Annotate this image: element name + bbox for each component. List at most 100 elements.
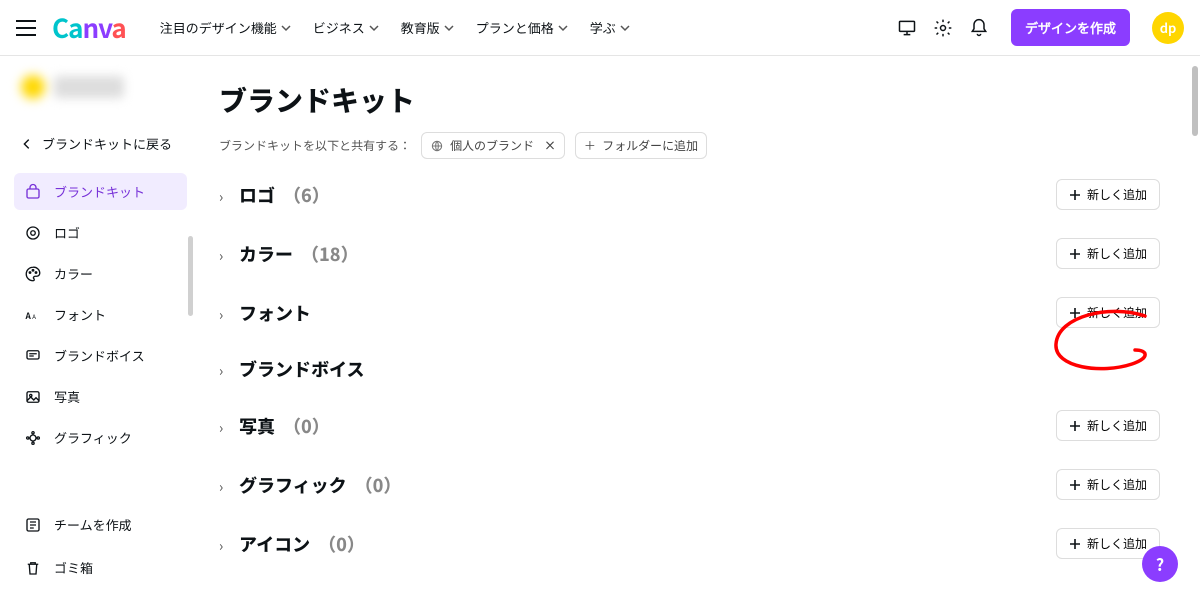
section-header[interactable]: ›グラフィック（0） [219,472,401,498]
section-row: ›グラフィック（0） 新しく追加 [219,469,1160,500]
create-team[interactable]: チームを作成 [14,506,187,543]
chevron-right-icon: › [219,536,231,556]
sidebar-item-label: 写真 [54,387,80,406]
sidebar-item-color[interactable]: カラー [14,255,187,292]
plus-icon [1069,189,1081,201]
plus-icon [1069,248,1081,260]
top-nav: 注目のデザイン機能 ビジネス 教育版 プランと価格 学ぶ [160,18,630,37]
brandkit-icon [24,183,42,201]
chevron-down-icon [620,23,630,33]
section-row: ›アイコン（0）新しく追加 [219,528,1160,559]
nav-learn[interactable]: 学ぶ [590,18,630,37]
sidebar-item-photo[interactable]: 写真 [14,378,187,415]
sidebar-item-font[interactable]: AA フォント [14,296,187,333]
back-to-brandkits[interactable]: ブランドキットに戻る [20,134,187,153]
bell-icon[interactable] [969,18,989,38]
arrow-left-icon [20,137,34,151]
plus-icon [1069,420,1081,432]
voice-icon [24,347,42,365]
chevron-right-icon: › [219,361,231,381]
help-fab[interactable]: ? [1142,546,1178,582]
section-title: ロゴ [239,182,275,208]
share-chip[interactable]: 個人のブランド × [421,132,565,159]
top-icons: デザインを作成 dp [897,9,1184,46]
svg-text:A: A [25,309,32,321]
section-title: アイコン [239,531,310,557]
sidebar-item-logo[interactable]: ロゴ [14,214,187,251]
sidebar-item-label: グラフィック [54,428,132,447]
add-new-button[interactable]: 新しく追加 [1056,179,1160,210]
plus-icon [1069,538,1081,550]
graphic-icon [24,429,42,447]
sidebar-item-brandkit[interactable]: ブランドキット [14,173,187,210]
sidebar-item-label: ロゴ [54,223,80,242]
chevron-right-icon: › [219,477,231,497]
sidebar-item-label: ブランドキット [54,182,145,201]
menu-icon[interactable] [16,20,36,36]
section-header[interactable]: › カラー （18） [219,241,359,267]
add-folder-chip[interactable]: ＋ フォルダーに追加 [575,132,707,159]
trash-icon [24,559,42,577]
section-title: カラー [239,241,293,267]
share-row: ブランドキットを以下と共有する： 個人のブランド × ＋ フォルダーに追加 [219,132,1160,159]
nav-education[interactable]: 教育版 [401,18,454,37]
main-content: ブランドキット ブランドキットを以下と共有する： 個人のブランド × ＋ フォル… [195,56,1200,600]
chevron-right-icon: › [219,246,231,266]
desktop-icon[interactable] [897,18,917,38]
add-new-button[interactable]: 新しく追加 [1056,297,1160,328]
sidebar-item-voice[interactable]: ブランドボイス [14,337,187,374]
section-title: フォント [239,300,311,326]
chip-remove[interactable]: × [544,137,556,154]
sidebar-item-graphic[interactable]: グラフィック [14,419,187,456]
share-label: ブランドキットを以下と共有する： [219,137,411,154]
nav-featured[interactable]: 注目のデザイン機能 [160,18,291,37]
canva-logo[interactable]: Canva [52,9,126,46]
palette-icon [24,265,42,283]
chevron-down-icon [444,23,454,33]
team-info-blurred [18,72,138,112]
section-header[interactable]: ›ロゴ（6） [219,182,330,208]
chevron-right-icon: › [219,305,231,325]
trash[interactable]: ゴミ箱 [14,549,187,586]
gear-icon[interactable] [933,18,953,38]
section-row: › カラー （18） 新しく追加 [219,238,1160,269]
section-count: （0） [283,413,330,439]
logo-icon [24,224,42,242]
section-row: ›ロゴ（6）新しく追加 [219,179,1160,210]
nav-pricing[interactable]: プランと価格 [476,18,568,37]
add-new-button[interactable]: 新しく追加 [1056,410,1160,441]
team-icon [24,516,42,534]
create-design-button[interactable]: デザインを作成 [1011,9,1130,46]
section-count: （0） [355,472,402,498]
section-row: › フォント 新しく追加 [219,297,1160,328]
chevron-down-icon [281,23,291,33]
section-row: ›ブランドボイス [219,356,1160,382]
section-header[interactable]: ›ブランドボイス [219,356,364,382]
section-header[interactable]: › 写真 （0） [219,413,330,439]
plus-icon: ＋ [584,137,596,154]
avatar[interactable]: dp [1152,12,1184,44]
sidebar-item-label: ブランドボイス [54,346,145,365]
sidebar-item-label: カラー [54,264,93,283]
section-header[interactable]: › アイコン （0） [219,531,365,557]
sidebar-list: ブランドキット ロゴ カラー AA フォント ブランドボイス 写真 [14,173,187,456]
plus-icon [1069,479,1081,491]
chevron-down-icon [558,23,568,33]
nav-business[interactable]: ビジネス [313,18,379,37]
main-scrollbar[interactable] [1192,66,1198,136]
chevron-right-icon: › [219,418,231,438]
section-title: 写真 [239,413,275,439]
section-count: （6） [283,182,330,208]
page-title: ブランドキット [219,80,1160,120]
sidebar-item-label: フォント [54,305,106,324]
sidebar: ブランドキットに戻る ブランドキット ロゴ カラー AA フォント ブランドボイ… [0,56,195,600]
section-header[interactable]: › フォント [219,300,311,326]
add-new-button[interactable]: 新しく追加 [1056,238,1160,269]
section-count: （18） [301,241,359,267]
photo-icon [24,388,42,406]
section-count: （0） [318,531,365,557]
topbar: Canva 注目のデザイン機能 ビジネス 教育版 プランと価格 学ぶ デザインを… [0,0,1200,56]
add-new-button[interactable]: 新しく追加 [1056,469,1160,500]
sidebar-scrollbar[interactable] [188,236,193,316]
plus-icon [1069,307,1081,319]
